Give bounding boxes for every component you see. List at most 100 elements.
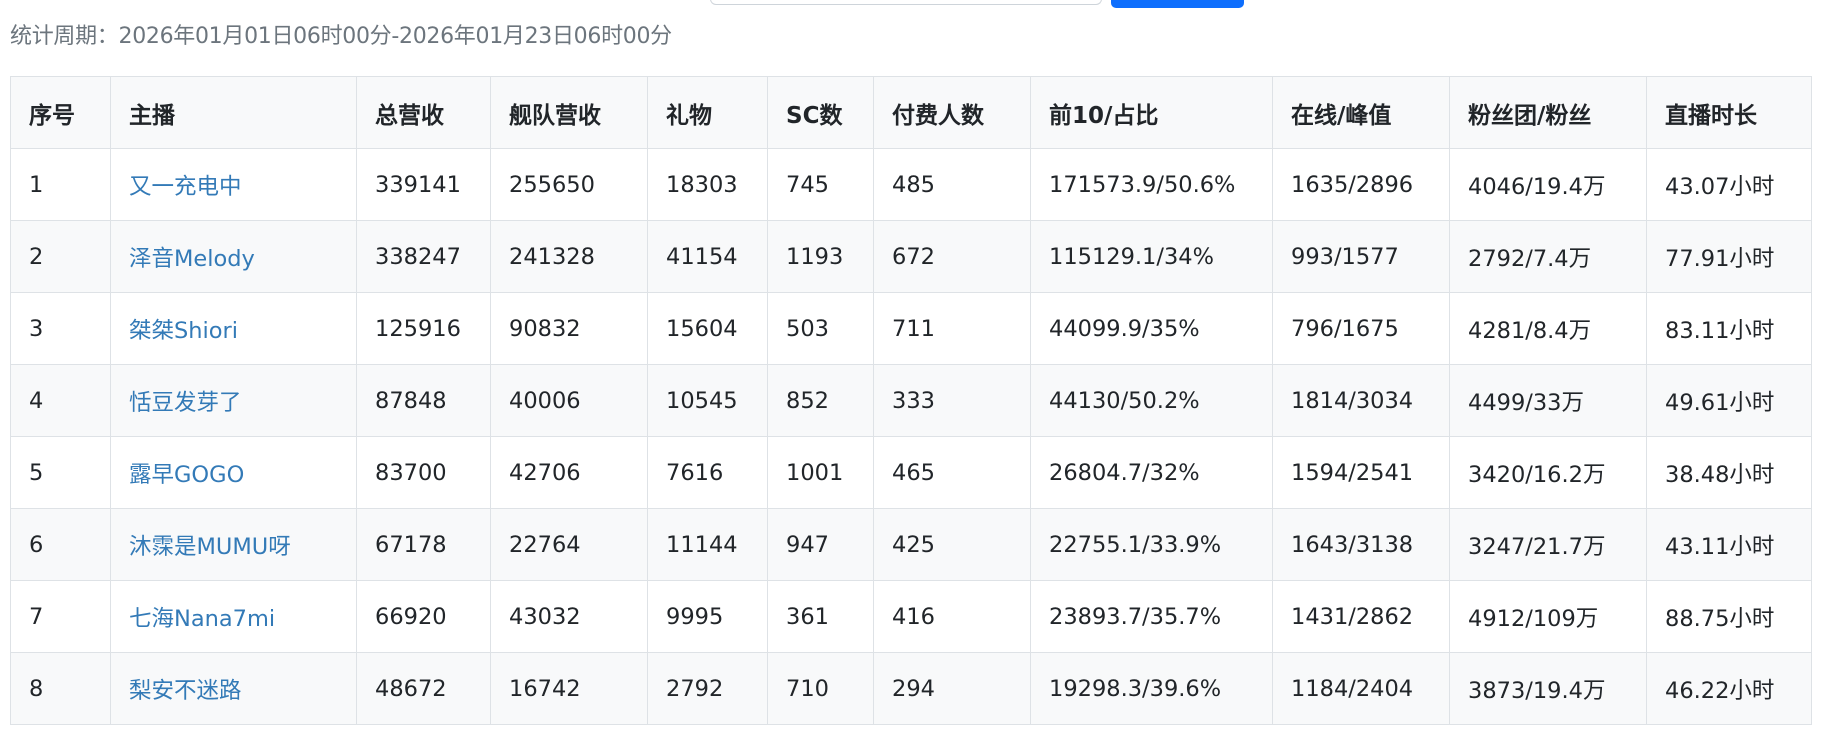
cell-live-duration: 43.11小时: [1646, 508, 1812, 581]
cell-gift: 15604: [647, 292, 768, 365]
cell-online-peak: 796/1675: [1272, 292, 1450, 365]
cell-host: 梨安不迷路: [110, 652, 357, 725]
cell-fanclub-fans: 4046/19.4万: [1449, 148, 1647, 221]
cell-paying-users: 416: [873, 580, 1031, 653]
cell-fanclub-fans: 3873/19.4万: [1449, 652, 1647, 725]
cell-sc-count: 947: [767, 508, 874, 581]
host-link[interactable]: 又一充电中: [129, 174, 242, 200]
cell-gift: 10545: [647, 364, 768, 437]
host-link[interactable]: 恬豆发芽了: [129, 390, 242, 416]
cell-top10-share: 26804.7/32%: [1030, 436, 1273, 509]
cell-live-duration: 49.61小时: [1646, 364, 1812, 437]
cell-gift: 41154: [647, 220, 768, 293]
cell-sc-count: 710: [767, 652, 874, 725]
cell-host: 沐霂是MUMU呀: [110, 508, 357, 581]
cell-fanclub-fans: 4281/8.4万: [1449, 292, 1647, 365]
search-input[interactable]: [710, 0, 1102, 5]
cell-paying-users: 711: [873, 292, 1031, 365]
cell-online-peak: 1814/3034: [1272, 364, 1450, 437]
cell-host: 露早GOGO: [110, 436, 357, 509]
table-row: 8 梨安不迷路 48672 16742 2792 710 294 19298.3/39.6% 1…: [10, 652, 1812, 725]
cell-live-duration: 43.07小时: [1646, 148, 1812, 221]
host-link[interactable]: 梨安不迷路: [129, 678, 242, 704]
cell-top10-share: 115129.1/34%: [1030, 220, 1273, 293]
cell-live-duration: 38.48小时: [1646, 436, 1812, 509]
cell-host: 又一充电中: [110, 148, 357, 221]
table-header-row: 序号 主播 总营收 舰队营收 礼物 SC数 付费人数 前10/占比 在线/峰值 …: [10, 76, 1812, 149]
header-gift: 礼物: [647, 76, 768, 149]
cell-gift: 2792: [647, 652, 768, 725]
host-link[interactable]: 七海Nana7mi: [129, 606, 275, 632]
cell-total-revenue: 338247: [356, 220, 491, 293]
query-button[interactable]: [1111, 0, 1244, 8]
cell-live-duration: 88.75小时: [1646, 580, 1812, 653]
header-paying-users: 付费人数: [873, 76, 1031, 149]
cell-sc-count: 1193: [767, 220, 874, 293]
cell-online-peak: 993/1577: [1272, 220, 1450, 293]
cell-paying-users: 485: [873, 148, 1031, 221]
cell-online-peak: 1643/3138: [1272, 508, 1450, 581]
cell-rank: 8: [10, 652, 111, 725]
stat-period: 统计周期：2026年01月01日06时00分-2026年01月23日06时00分: [10, 24, 672, 49]
cell-fleet-revenue: 42706: [490, 436, 648, 509]
cell-sc-count: 852: [767, 364, 874, 437]
cell-live-duration: 77.91小时: [1646, 220, 1812, 293]
cell-fanclub-fans: 4912/109万: [1449, 580, 1647, 653]
cell-sc-count: 361: [767, 580, 874, 653]
header-sc-count: SC数: [767, 76, 874, 149]
cell-fleet-revenue: 40006: [490, 364, 648, 437]
table-row: 4 恬豆发芽了 87848 40006 10545 852 333 44130/50.2% 18…: [10, 364, 1812, 437]
cell-fanclub-fans: 3247/21.7万: [1449, 508, 1647, 581]
table-row: 1 又一充电中 339141 255650 18303 745 485 171573.9/50…: [10, 148, 1812, 221]
cell-rank: 3: [10, 292, 111, 365]
cell-gift: 7616: [647, 436, 768, 509]
cell-paying-users: 465: [873, 436, 1031, 509]
cell-sc-count: 1001: [767, 436, 874, 509]
cell-fleet-revenue: 241328: [490, 220, 648, 293]
host-link[interactable]: 桀桀Shiori: [129, 318, 238, 344]
cell-gift: 9995: [647, 580, 768, 653]
cell-host: 泽音Melody: [110, 220, 357, 293]
cell-top10-share: 44130/50.2%: [1030, 364, 1273, 437]
cell-rank: 4: [10, 364, 111, 437]
host-link[interactable]: 泽音Melody: [129, 246, 255, 272]
host-link[interactable]: 露早GOGO: [129, 462, 244, 488]
header-rank: 序号: [10, 76, 111, 149]
cell-top10-share: 22755.1/33.9%: [1030, 508, 1273, 581]
cell-live-duration: 83.11小时: [1646, 292, 1812, 365]
cell-total-revenue: 339141: [356, 148, 491, 221]
cell-fleet-revenue: 90832: [490, 292, 648, 365]
cell-fanclub-fans: 2792/7.4万: [1449, 220, 1647, 293]
cell-fleet-revenue: 43032: [490, 580, 648, 653]
cell-top10-share: 44099.9/35%: [1030, 292, 1273, 365]
table-row: 2 泽音Melody 338247 241328 41154 1193 672 115129.…: [10, 220, 1812, 293]
cell-rank: 2: [10, 220, 111, 293]
cell-online-peak: 1594/2541: [1272, 436, 1450, 509]
cell-fleet-revenue: 255650: [490, 148, 648, 221]
host-link[interactable]: 沐霂是MUMU呀: [129, 534, 291, 560]
table-row: 5 露早GOGO 83700 42706 7616 1001 465 26804.7/32% 1…: [10, 436, 1812, 509]
revenue-table: 序号 主播 总营收 舰队营收 礼物 SC数 付费人数 前10/占比 在线/峰值 …: [10, 76, 1812, 725]
table-row: 3 桀桀Shiori 125916 90832 15604 503 711 44099.9/3…: [10, 292, 1812, 365]
header-online-peak: 在线/峰值: [1272, 76, 1450, 149]
cell-paying-users: 672: [873, 220, 1031, 293]
cell-rank: 1: [10, 148, 111, 221]
cell-rank: 6: [10, 508, 111, 581]
cell-gift: 18303: [647, 148, 768, 221]
table-row: 6 沐霂是MUMU呀 67178 22764 11144 947 425 22755.1/33…: [10, 508, 1812, 581]
cell-total-revenue: 66920: [356, 580, 491, 653]
header-total-revenue: 总营收: [356, 76, 491, 149]
cell-rank: 5: [10, 436, 111, 509]
cell-fanclub-fans: 3420/16.2万: [1449, 436, 1647, 509]
cell-online-peak: 1431/2862: [1272, 580, 1450, 653]
header-fleet-revenue: 舰队营收: [490, 76, 648, 149]
cell-sc-count: 745: [767, 148, 874, 221]
page: 统计周期：2026年01月01日06时00分-2026年01月23日06时00分…: [0, 0, 1821, 729]
cell-rank: 7: [10, 580, 111, 653]
cell-total-revenue: 125916: [356, 292, 491, 365]
cell-sc-count: 503: [767, 292, 874, 365]
cell-online-peak: 1635/2896: [1272, 148, 1450, 221]
cell-top10-share: 171573.9/50.6%: [1030, 148, 1273, 221]
cell-total-revenue: 83700: [356, 436, 491, 509]
cell-total-revenue: 67178: [356, 508, 491, 581]
